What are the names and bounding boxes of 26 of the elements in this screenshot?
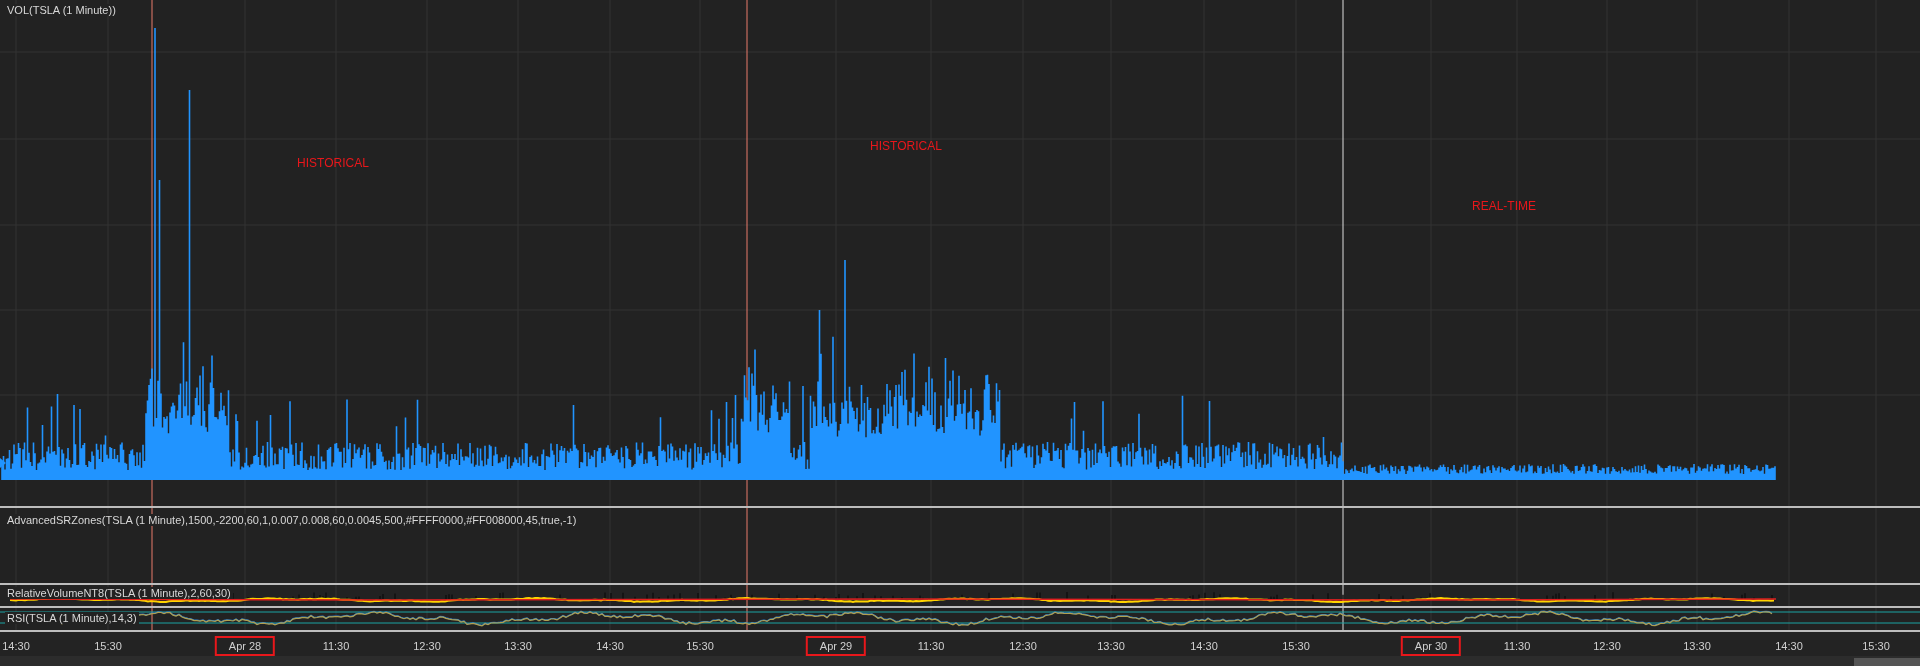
panel-title: RelativeVolumeNT8(TSLA (1 Minute),2,60,30) bbox=[5, 587, 233, 599]
chart-annotation: REAL-TIME bbox=[1472, 199, 1536, 213]
time-label: 12:30 bbox=[1592, 639, 1622, 654]
time-label: 15:30 bbox=[1861, 639, 1891, 654]
time-label: 11:30 bbox=[1502, 639, 1532, 654]
chart-annotation: HISTORICAL bbox=[297, 156, 369, 170]
scrollbar[interactable] bbox=[0, 656, 1920, 666]
time-label: 14:30 bbox=[595, 639, 625, 654]
time-label: 14:30 bbox=[1, 639, 31, 654]
time-label: 11:30 bbox=[321, 639, 351, 654]
time-label: 13:30 bbox=[1682, 639, 1712, 654]
panel-title: AdvancedSRZones(TSLA (1 Minute),1500,-2200,60,1,0.007,0.008,60,0.0045,500,#FFFF0000,#FF008000,45,true,-1) bbox=[5, 514, 579, 526]
time-label: 13:30 bbox=[503, 639, 533, 654]
time-label: 11:30 bbox=[916, 639, 946, 654]
panel-title: RSI(TSLA (1 Minute),14,3) bbox=[5, 612, 139, 624]
time-label: 15:30 bbox=[1281, 639, 1311, 654]
chart-annotation: HISTORICAL bbox=[870, 139, 942, 153]
panel-title: VOL(TSLA (1 Minute)) bbox=[5, 4, 118, 16]
time-label: 15:30 bbox=[93, 639, 123, 654]
time-label: 12:30 bbox=[1008, 639, 1038, 654]
time-label: 15:30 bbox=[685, 639, 715, 654]
scrollbar-thumb[interactable] bbox=[1854, 658, 1920, 666]
time-label: 12:30 bbox=[412, 639, 442, 654]
time-label: 14:30 bbox=[1189, 639, 1219, 654]
time-label: 13:30 bbox=[1096, 639, 1126, 654]
time-label: 14:30 bbox=[1774, 639, 1804, 654]
